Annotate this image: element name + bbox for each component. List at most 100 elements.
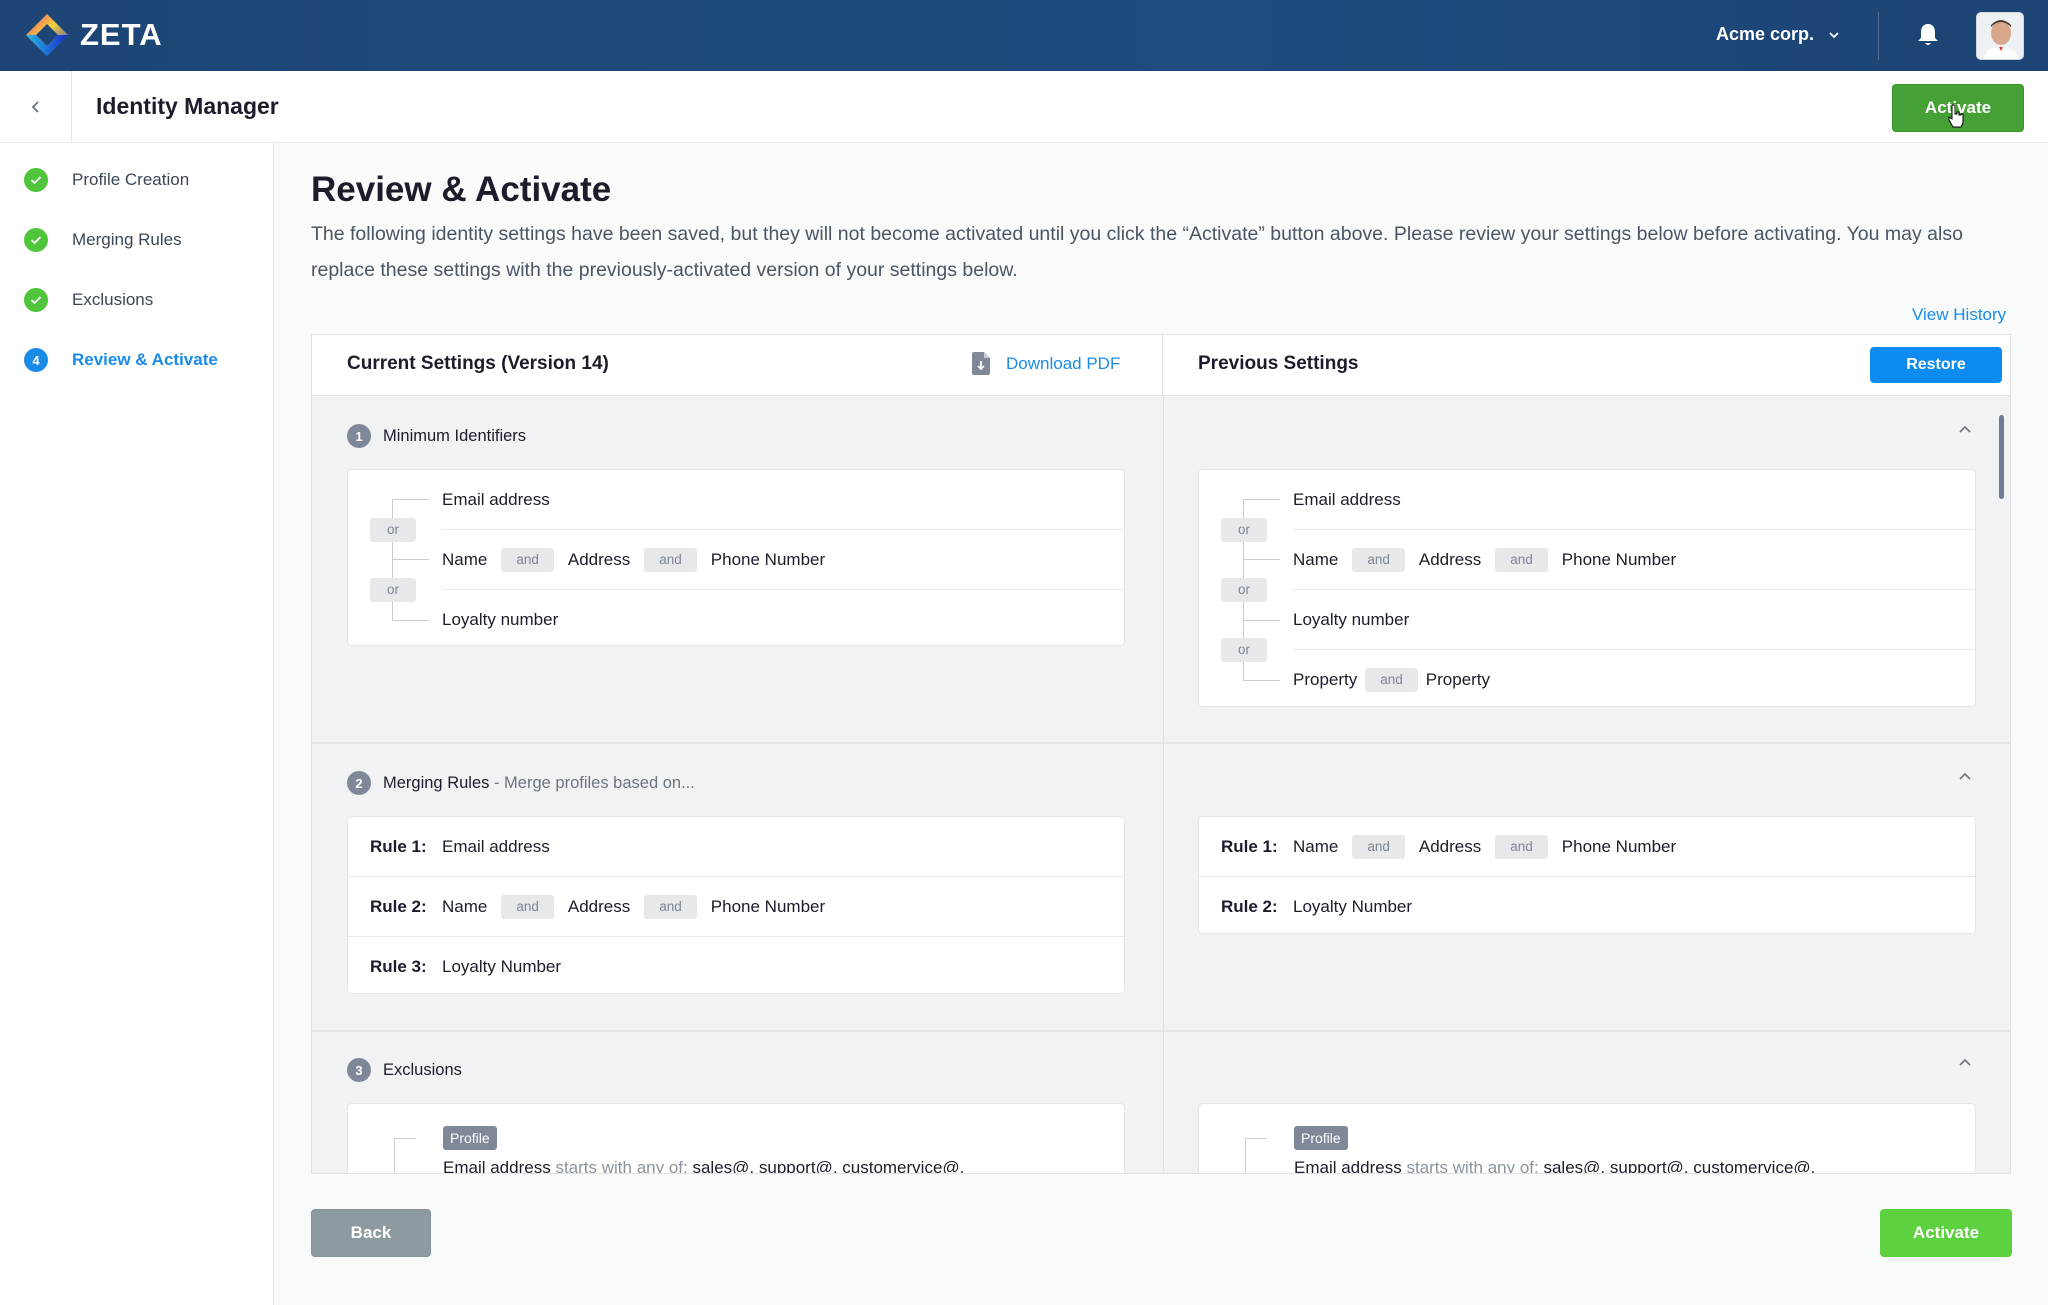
back-nav-button[interactable] — [0, 71, 72, 143]
step-label: Profile Creation — [72, 170, 190, 189]
section-divider — [312, 1030, 2010, 1032]
step-label: Review & Activate — [72, 350, 218, 369]
rule-term: Phone Number — [710, 896, 826, 916]
app-title: Identity Manager — [96, 93, 279, 119]
and-connector: and — [1495, 835, 1548, 859]
exclusion-rule: Email address starts with any of: sales@… — [443, 1158, 965, 1174]
rule-term: Address — [567, 896, 631, 916]
identifier-term: Name — [1293, 549, 1339, 569]
file-download-icon — [972, 352, 990, 375]
exclusion-field: Email address — [443, 1158, 551, 1174]
and-connector: and — [501, 547, 554, 572]
exclusion-operator: starts with any of: — [1406, 1158, 1539, 1174]
and-connector: and — [1352, 835, 1405, 859]
previous-settings-header: Previous Settings Restore — [1163, 335, 2010, 396]
sidebar-step-review-activate[interactable]: 4 Review & Activate — [24, 348, 218, 372]
identifier-row: Name and Address and Phone Number — [442, 529, 1124, 589]
tree-branch — [1243, 620, 1280, 621]
back-button[interactable]: Back — [311, 1209, 431, 1257]
identifier-term: Property — [1293, 669, 1358, 689]
rule-row: Rule 3: Loyalty Number — [348, 936, 1124, 996]
section-number-badge: 3 — [347, 1058, 371, 1082]
view-history-link[interactable]: View History — [1912, 305, 2006, 325]
restore-button[interactable]: Restore — [1870, 347, 2002, 383]
rule-term: Loyalty Number — [442, 956, 562, 976]
identifier-term: Phone Number — [1561, 549, 1677, 569]
rule-label: Rule 3: — [370, 956, 427, 976]
and-connector: and — [1495, 547, 1548, 572]
identifier-term: Email address — [442, 490, 550, 509]
rule-term: Loyalty Number — [1293, 896, 1413, 916]
rule-row: Rule 1: Name and Address and Phone Numbe… — [1199, 817, 1975, 877]
rule-row: Rule 1: Email address — [348, 817, 1124, 877]
identifier-term: Email address — [1293, 490, 1401, 509]
step-label: Merging Rules — [72, 230, 182, 249]
tree-connector — [394, 1138, 395, 1173]
settings-comparison-panel: Current Settings (Version 14) Download P… — [311, 334, 2011, 1174]
section-title: Exclusions — [383, 1060, 462, 1079]
top-navigation-bar: ZETA Acme corp. — [0, 0, 2048, 71]
identifier-row: Email address — [348, 470, 1124, 530]
section-divider — [312, 742, 2010, 744]
current-settings-title: Current Settings (Version 14) — [347, 353, 609, 374]
rule-term: Address — [1418, 837, 1482, 856]
download-pdf-label: Download PDF — [1006, 353, 1121, 373]
or-connector: or — [1221, 578, 1267, 602]
page-description: The following identity settings have bee… — [311, 223, 1963, 281]
exclusion-rule: Email address starts with any of: sales@… — [1294, 1158, 1816, 1174]
sidebar-step-exclusions[interactable]: Exclusions — [24, 288, 153, 312]
rule-label: Rule 2: — [370, 896, 427, 916]
section-number-badge: 2 — [347, 771, 371, 795]
section-merging-rules-header: 2 Merging Rules - Merge profiles based o… — [347, 771, 695, 795]
chevron-left-icon — [31, 101, 39, 113]
rule-label: Rule 1: — [370, 837, 427, 856]
identifier-term: Loyalty number — [1293, 609, 1410, 629]
and-connector: and — [501, 894, 554, 919]
activate-button-bottom[interactable]: Activate — [1880, 1209, 2012, 1257]
rule-term: Name — [1293, 837, 1339, 856]
page-header: Identity Manager Activate — [0, 71, 2048, 143]
exclusion-values: sales@, support@, customervice@, — [1543, 1158, 1816, 1174]
and-connector: and — [1352, 547, 1405, 572]
and-connector: and — [1365, 667, 1418, 692]
tree-branch — [1245, 1138, 1267, 1139]
chevron-up-icon[interactable] — [1956, 1057, 1974, 1069]
current-exclusions-card: Profile Email address starts with any of… — [347, 1103, 1125, 1174]
tree-connector — [1245, 1138, 1246, 1173]
organization-switcher[interactable]: Acme corp. — [1716, 24, 1840, 45]
current-merging-rules-card: Rule 1: Email address Rule 2: Name and A… — [347, 816, 1125, 994]
tree-branch — [392, 559, 429, 560]
previous-exclusions-card: Profile Email address starts with any of… — [1198, 1103, 1976, 1174]
tree-branch — [1243, 559, 1280, 560]
brand-logo[interactable]: ZETA — [24, 12, 163, 58]
chevron-up-icon[interactable] — [1956, 771, 1974, 783]
user-avatar[interactable] — [1976, 12, 2024, 60]
identifier-term: Address — [567, 549, 631, 569]
topbar-divider — [1878, 12, 1879, 60]
scrollbar-thumb[interactable] — [1999, 415, 2004, 499]
download-pdf-link[interactable]: Download PDF — [972, 352, 1120, 375]
check-icon — [24, 288, 48, 312]
step-label: Exclusions — [72, 290, 154, 309]
sidebar-step-profile-creation[interactable]: Profile Creation — [24, 168, 189, 192]
step-number-badge: 4 — [24, 348, 48, 372]
bell-icon[interactable] — [1916, 22, 1940, 48]
check-icon — [24, 228, 48, 252]
rule-label: Rule 1: — [1221, 837, 1278, 856]
exclusion-values: sales@, support@, customervice@, — [692, 1158, 965, 1174]
activate-button-top[interactable]: Activate — [1892, 84, 2024, 132]
previous-min-identifiers-card: or or or Email address Name and Address … — [1198, 469, 1976, 707]
profile-tag: Profile — [443, 1126, 497, 1150]
section-subtitle: - Merge profiles based on... — [489, 773, 695, 792]
identifier-row: Loyalty number — [1293, 589, 1975, 649]
section-title: Minimum Identifiers — [383, 426, 527, 445]
identifier-row: Property and Property — [1293, 649, 1975, 709]
chevron-up-icon[interactable] — [1956, 424, 1974, 436]
identifier-term: Loyalty number — [442, 609, 559, 629]
column-divider — [1163, 396, 1164, 1173]
rule-row: Rule 2: Loyalty Number — [1199, 876, 1975, 936]
rule-label: Rule 2: — [1221, 896, 1278, 916]
section-title: Merging Rules — [383, 773, 490, 792]
or-connector: or — [370, 578, 416, 602]
sidebar-step-merging-rules[interactable]: Merging Rules — [24, 228, 182, 252]
